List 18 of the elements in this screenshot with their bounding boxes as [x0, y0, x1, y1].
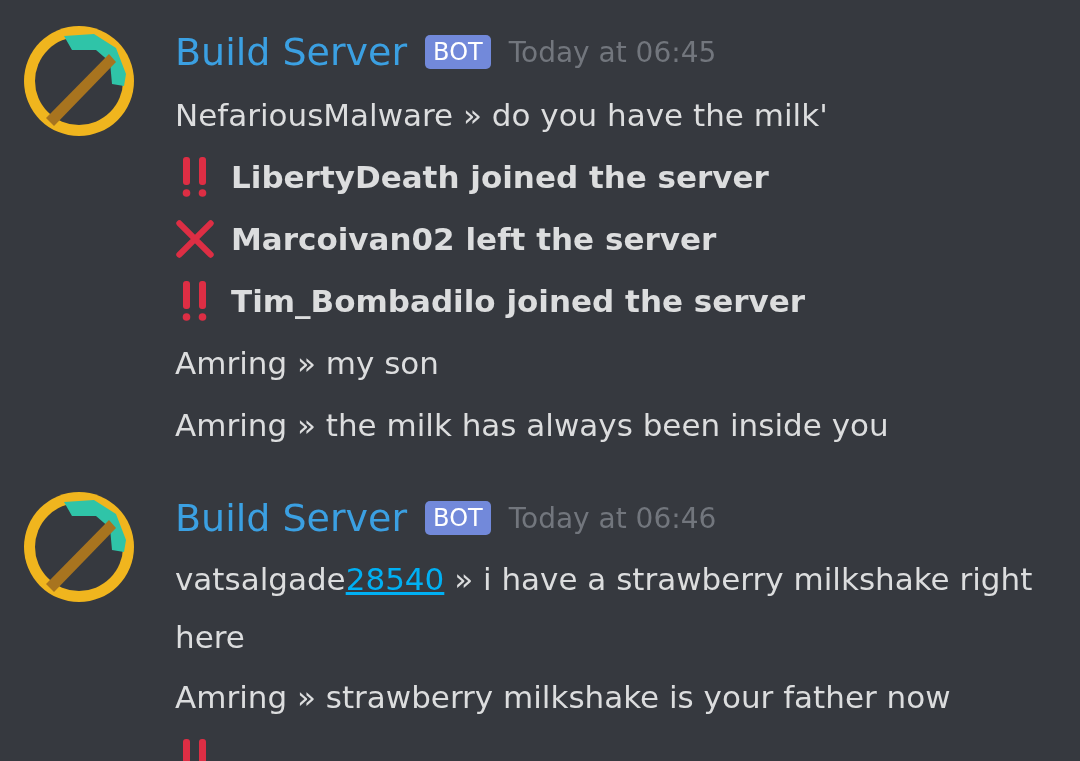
message-text: NefariousMalware » do you have the milk'	[175, 96, 828, 135]
avatar-icon[interactable]	[24, 492, 134, 602]
bot-badge: BOT	[425, 501, 491, 535]
event-text: Marcoivan02 left the server	[231, 220, 717, 259]
author-name[interactable]: Build Server	[175, 30, 408, 74]
message-text: Amring » my son	[175, 344, 439, 383]
message-text: Amring » the milk has always been inside you	[175, 406, 889, 445]
bot-badge: BOT	[425, 35, 491, 69]
author-name[interactable]: Build Server	[175, 496, 408, 540]
event-text: LibertyDeath joined the server	[231, 158, 769, 197]
cross-icon	[175, 219, 215, 259]
message-text: vatsalgade28540 » i have a strawberry milkshake right here	[175, 560, 1034, 657]
message-text: Amring » strawberry milkshake is your father now	[175, 678, 951, 717]
avatar-icon[interactable]	[24, 26, 134, 136]
timestamp: Today at 06:45	[508, 35, 717, 69]
timestamp: Today at 06:46	[508, 501, 717, 535]
event-text: Tim_Bombadilo joined the server	[231, 282, 806, 321]
link[interactable]: 28540	[345, 561, 445, 597]
